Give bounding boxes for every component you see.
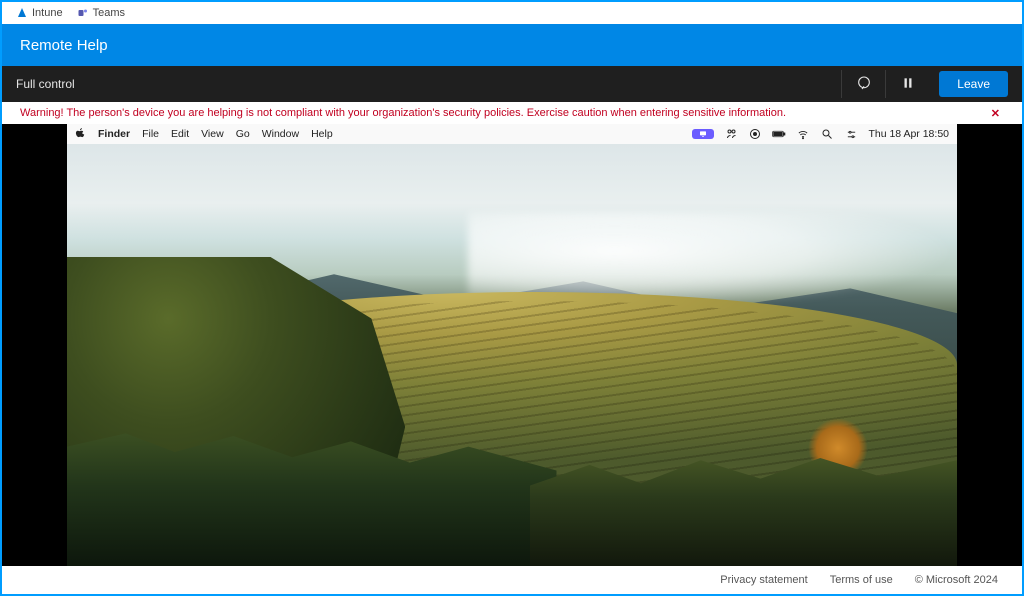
battery-icon[interactable] bbox=[772, 128, 786, 140]
remote-desktop[interactable]: Finder File Edit View Go Window Help bbox=[67, 124, 957, 566]
footer-terms-link[interactable]: Terms of use bbox=[830, 574, 893, 586]
menu-view[interactable]: View bbox=[201, 128, 224, 140]
menu-edit[interactable]: Edit bbox=[171, 128, 189, 140]
tab-label: Teams bbox=[93, 7, 125, 19]
chat-icon bbox=[856, 75, 872, 94]
menubar-app-name[interactable]: Finder bbox=[98, 128, 130, 140]
spotlight-icon[interactable] bbox=[820, 128, 834, 140]
menu-help[interactable]: Help bbox=[311, 128, 333, 140]
tab-label: Intune bbox=[32, 7, 63, 19]
compliance-warning-bar: Warning! The person's device you are hel… bbox=[2, 102, 1022, 124]
apple-menu-icon[interactable] bbox=[75, 127, 86, 142]
teams-icon bbox=[77, 7, 89, 19]
footer-privacy-link[interactable]: Privacy statement bbox=[720, 574, 807, 586]
pause-icon bbox=[901, 76, 915, 93]
pause-button[interactable] bbox=[885, 70, 929, 98]
remote-screen-container: Finder File Edit View Go Window Help bbox=[2, 124, 1022, 566]
wifi-icon[interactable] bbox=[796, 128, 810, 140]
warning-text: Warning! The person's device you are hel… bbox=[20, 107, 786, 119]
menu-go[interactable]: Go bbox=[236, 128, 250, 140]
macos-wallpaper bbox=[67, 124, 957, 566]
azure-icon bbox=[16, 7, 28, 19]
menu-window[interactable]: Window bbox=[262, 128, 299, 140]
app-switcher-icon[interactable] bbox=[724, 128, 738, 140]
page-footer: Privacy statement Terms of use © Microso… bbox=[2, 566, 1022, 594]
app-title: Remote Help bbox=[20, 37, 108, 54]
macos-menubar: Finder File Edit View Go Window Help bbox=[67, 124, 957, 144]
leave-button[interactable]: Leave bbox=[939, 71, 1008, 97]
app-header: Remote Help bbox=[2, 24, 1022, 66]
control-center-icon[interactable] bbox=[844, 128, 858, 140]
footer-copyright: © Microsoft 2024 bbox=[915, 574, 998, 586]
browser-tab-strip: Intune Teams bbox=[2, 2, 1022, 24]
close-icon[interactable]: ✕ bbox=[987, 107, 1004, 120]
session-control-bar: Full control Leave bbox=[2, 66, 1022, 102]
menu-file[interactable]: File bbox=[142, 128, 159, 140]
chat-button[interactable] bbox=[841, 70, 885, 98]
tab-intune[interactable]: Intune bbox=[16, 7, 63, 19]
tab-teams[interactable]: Teams bbox=[77, 7, 125, 19]
session-mode-label: Full control bbox=[16, 77, 75, 91]
record-icon[interactable] bbox=[748, 128, 762, 140]
menubar-datetime[interactable]: Thu 18 Apr 18:50 bbox=[868, 128, 949, 140]
screenshare-indicator-icon[interactable] bbox=[692, 129, 714, 139]
